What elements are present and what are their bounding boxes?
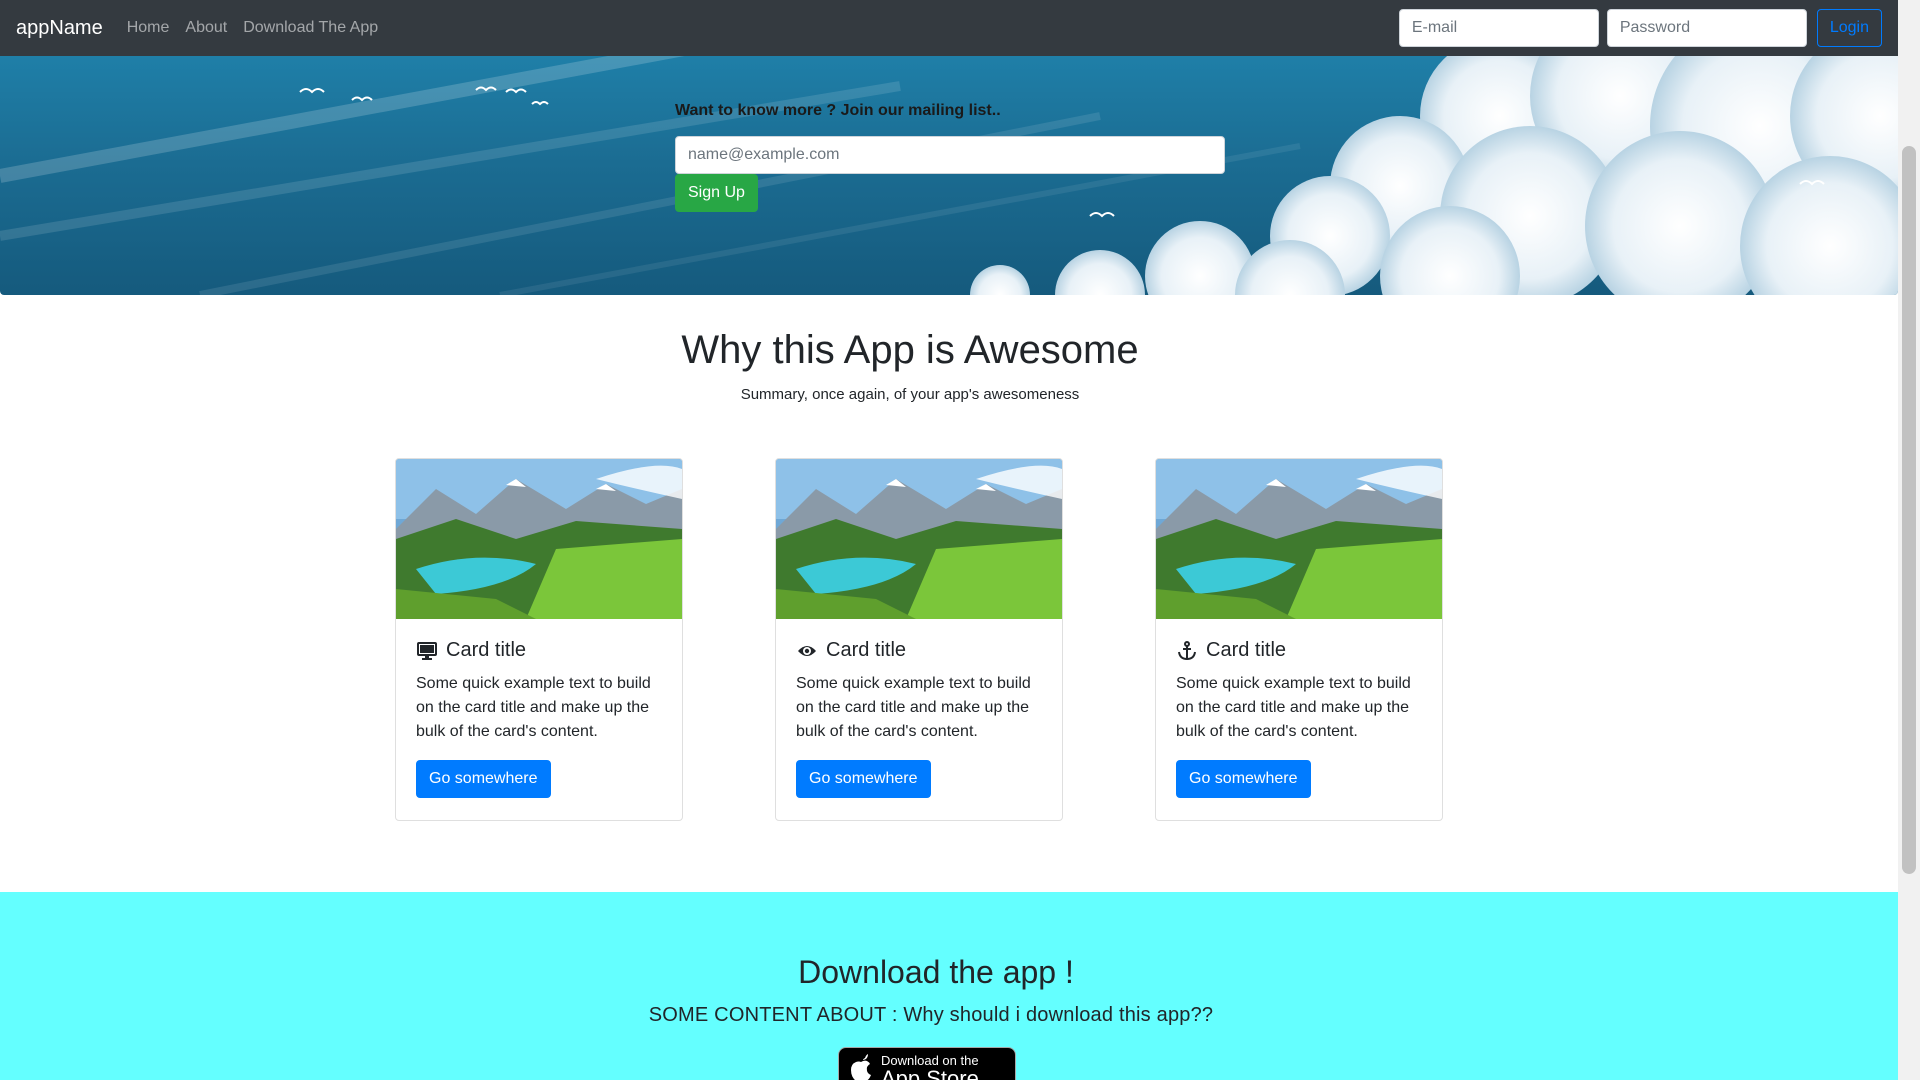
card-body: Card title Some quick example text to bu… <box>1156 619 1442 818</box>
login-form: Login <box>1398 9 1882 47</box>
password-input[interactable] <box>1606 9 1807 47</box>
landscape-image <box>776 459 1062 619</box>
feature-card: Card title Some quick example text to bu… <box>775 458 1063 821</box>
nav-link-about[interactable]: About <box>185 19 227 37</box>
card-title-text: Card title <box>826 639 907 661</box>
card-title: Card title <box>796 639 1042 662</box>
feature-card: Card title Some quick example text to bu… <box>1155 458 1443 821</box>
card-title: Card title <box>416 639 662 662</box>
scrollbar-thumb[interactable] <box>1902 146 1916 874</box>
brand-logo[interactable]: appName <box>16 17 103 40</box>
navbar: appName Home About Download The App Logi… <box>0 0 1898 56</box>
card-text: Some quick example text to build on the … <box>1176 675 1411 740</box>
download-subtitle: SOME CONTENT ABOUT : Why should i downlo… <box>648 1004 1214 1026</box>
landscape-image <box>396 459 682 619</box>
card-text: Some quick example text to build on the … <box>416 675 651 740</box>
download-section: Download the app ! SOME CONTENT ABOUT : … <box>0 892 1898 1080</box>
mailing-list-form: Want to know more ? Join our mailing lis… <box>675 102 1225 212</box>
landscape-image <box>1156 459 1442 619</box>
card-text: Some quick example text to build on the … <box>796 675 1031 740</box>
app-store-badge[interactable]: Download on the App Store <box>838 1047 1016 1080</box>
features-subtitle: Summary, once again, of your app's aweso… <box>740 386 1080 403</box>
desktop-icon <box>416 640 438 662</box>
eye-icon <box>796 640 818 662</box>
nav-link-home[interactable]: Home <box>127 19 170 37</box>
card-body: Card title Some quick example text to bu… <box>776 619 1062 818</box>
sign-up-button[interactable]: Sign Up <box>675 174 758 212</box>
feature-card: Card title Some quick example text to bu… <box>395 458 683 821</box>
anchor-icon <box>1176 640 1198 662</box>
card-title-text: Card title <box>1206 639 1287 661</box>
features-title: Why this App is Awesome <box>681 328 1139 372</box>
login-button[interactable]: Login <box>1816 9 1882 47</box>
mailing-list-label: Want to know more ? Join our mailing lis… <box>675 102 1001 119</box>
card-title-text: Card title <box>446 639 527 661</box>
go-somewhere-button[interactable]: Go somewhere <box>796 760 931 798</box>
app-store-text: Download on the App Store <box>881 1054 979 1080</box>
vertical-scrollbar[interactable] <box>1898 0 1920 1080</box>
go-somewhere-button[interactable]: Go somewhere <box>1176 760 1311 798</box>
newsletter-email-input[interactable] <box>675 136 1225 174</box>
card-body: Card title Some quick example text to bu… <box>396 619 682 818</box>
apple-icon <box>851 1054 871 1080</box>
go-somewhere-button[interactable]: Go somewhere <box>416 760 551 798</box>
card-title: Card title <box>1176 639 1422 662</box>
nav-link-download[interactable]: Download The App <box>243 19 378 37</box>
email-input[interactable] <box>1398 9 1599 47</box>
download-title: Download the app ! <box>798 954 1074 990</box>
hero-banner: Want to know more ? Join our mailing lis… <box>0 56 1898 295</box>
app-store-big-text: App Store <box>881 1066 979 1080</box>
